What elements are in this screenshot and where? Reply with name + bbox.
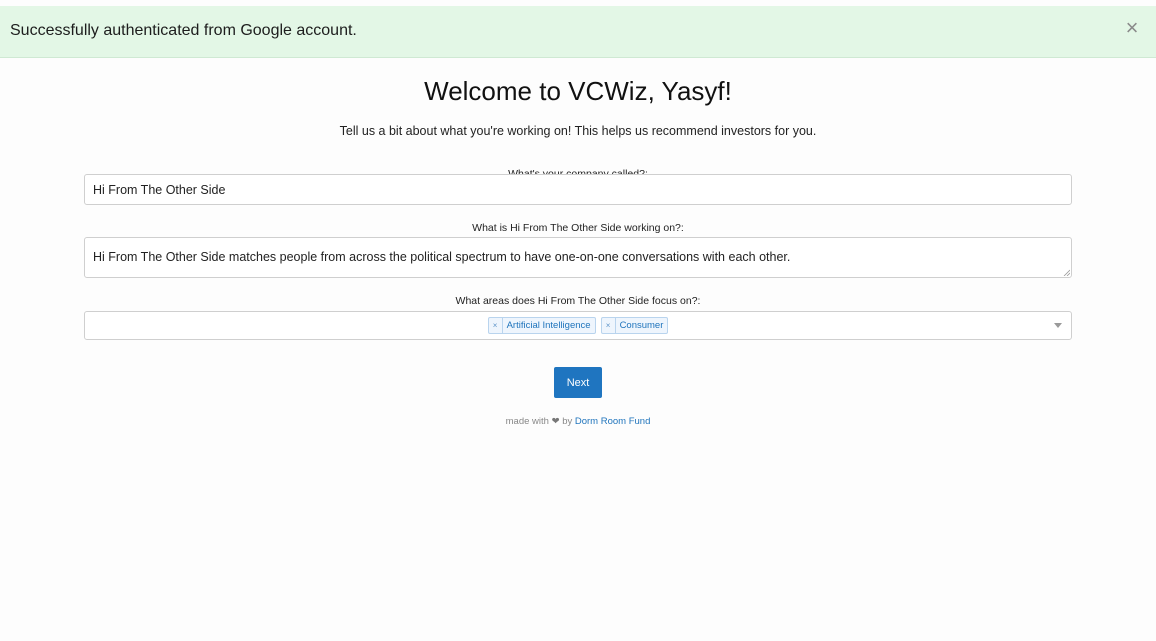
selected-tags: × Artificial Intelligence × Consumer [85, 317, 1071, 334]
intro-text: Tell us a bit about what you're working … [339, 124, 817, 138]
dorm-room-fund-link[interactable]: Dorm Room Fund [575, 416, 651, 427]
heart-icon: ❤ [551, 416, 560, 427]
focus-areas-select[interactable]: × Artificial Intelligence × Consumer [84, 311, 1072, 340]
footer: made with ❤ by Dorm Room Fund [0, 416, 1156, 427]
tag-label: Artificial Intelligence [506, 320, 591, 331]
footer-by: by [562, 416, 573, 427]
description-wrapper: Hi From The Other Side matches people fr… [84, 237, 1072, 278]
chevron-down-icon[interactable] [1054, 323, 1062, 328]
tag-artificial-intelligence: × Artificial Intelligence [487, 317, 596, 334]
footer-prefix: made with [505, 416, 549, 427]
close-icon[interactable]: × [1122, 16, 1142, 40]
focus-areas-label: What areas does Hi From The Other Side f… [455, 295, 701, 307]
resize-grip-icon[interactable] [1063, 269, 1070, 276]
remove-tag-icon[interactable]: × [602, 318, 616, 333]
description-textarea[interactable]: Hi From The Other Side matches people fr… [84, 237, 1072, 278]
page-title: Welcome to VCWiz, Yasyf! [424, 76, 732, 106]
tag-consumer: × Consumer [600, 317, 669, 334]
success-alert: Successfully authenticated from Google a… [0, 6, 1156, 58]
remove-tag-icon[interactable]: × [489, 318, 503, 333]
tag-label: Consumer [619, 320, 664, 331]
company-name-input[interactable] [84, 174, 1072, 205]
description-label: What is Hi From The Other Side working o… [472, 222, 684, 234]
next-button[interactable]: Next [554, 367, 602, 398]
alert-message: Successfully authenticated from Google a… [10, 22, 357, 39]
